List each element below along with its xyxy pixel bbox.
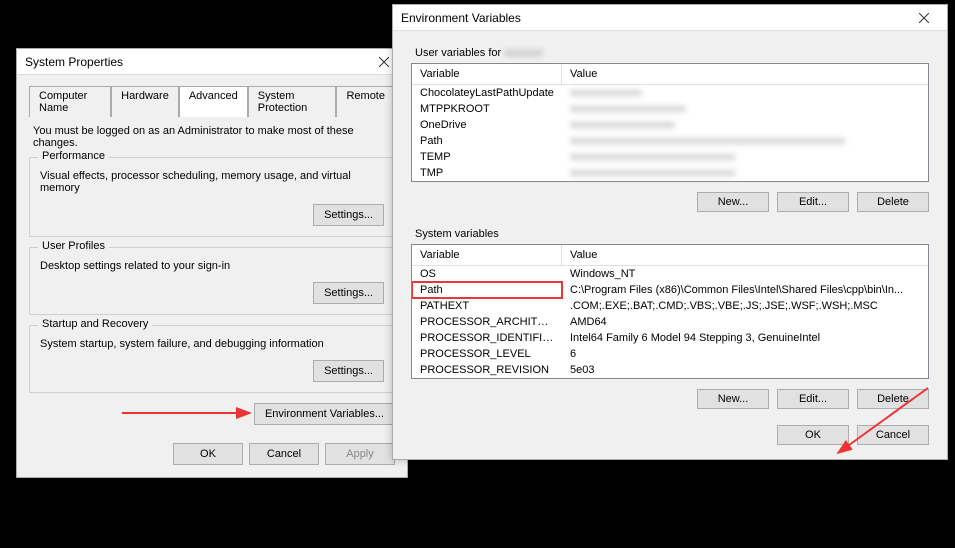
group-performance: Performance Visual effects, processor sc… [29,157,395,237]
cancel-button[interactable]: Cancel [857,425,929,445]
cell-value: C:\Program Files (x86)\Common Files\Inte… [562,282,928,298]
cell-variable: OneDrive [412,117,562,133]
sys-new-button[interactable]: New... [697,389,769,409]
user-vars-body[interactable]: ChocolateyLastPathUpdatexxxxxxxxxxxxxMTP… [412,85,928,181]
cell-value: .COM;.EXE;.BAT;.CMD;.VBS;.VBE;.JS;.JSE;.… [562,298,928,314]
cell-variable: TMP [412,165,562,181]
table-row[interactable]: PROCESSOR_IDENTIFIERIntel64 Family 6 Mod… [412,330,928,346]
table-row[interactable]: OSWindows_NT [412,266,928,282]
environment-variables-dialog: Environment Variables User variables for… [392,4,948,460]
close-icon[interactable] [909,8,939,28]
performance-settings-button[interactable]: Settings... [313,204,384,226]
sys-delete-button[interactable]: Delete [857,389,929,409]
group-startup-recovery: Startup and Recovery System startup, sys… [29,325,395,393]
cell-value: xxxxxxxxxxxxxxxxxxxxxxxxxxxxxx [562,165,928,181]
table-row[interactable]: ChocolateyLastPathUpdatexxxxxxxxxxxxx [412,85,928,101]
cell-variable: PROCESSOR_LEVEL [412,346,562,362]
group-desc: Desktop settings related to your sign-in [40,260,384,272]
cell-value: xxxxxxxxxxxxxxxxxxxxx [562,101,928,117]
cell-variable: Path [412,282,562,298]
cell-variable: MTPPKROOT [412,101,562,117]
window-title: Environment Variables [401,11,521,25]
cell-value: xxxxxxxxxxxxx [562,85,928,101]
ok-button[interactable]: OK [173,443,243,465]
user-edit-button[interactable]: Edit... [777,192,849,212]
table-row[interactable]: TMPxxxxxxxxxxxxxxxxxxxxxxxxxxxxxx [412,165,928,181]
group-desc: System startup, system failure, and debu… [40,338,384,350]
ok-button[interactable]: OK [777,425,849,445]
tab-hardware[interactable]: Hardware [111,86,179,117]
group-legend: Startup and Recovery [38,318,152,330]
environment-variables-button[interactable]: Environment Variables... [254,403,395,425]
cell-variable: PATHEXT [412,298,562,314]
cell-variable: PROCESSOR_REVISION [412,362,562,378]
tab-advanced[interactable]: Advanced [179,86,248,117]
column-header-value[interactable]: Value [562,64,928,84]
tabs-bar: Computer Name Hardware Advanced System P… [29,85,395,117]
cell-value: 6 [562,346,928,362]
column-header-variable[interactable]: Variable [412,245,562,265]
titlebar: Environment Variables [393,5,947,31]
table-row[interactable]: PATHEXT.COM;.EXE;.BAT;.CMD;.VBS;.VBE;.JS… [412,298,928,314]
user-new-button[interactable]: New... [697,192,769,212]
sys-edit-button[interactable]: Edit... [777,389,849,409]
cell-variable: Path [412,133,562,149]
user-delete-button[interactable]: Delete [857,192,929,212]
column-header-variable[interactable]: Variable [412,64,562,84]
user-profiles-settings-button[interactable]: Settings... [313,282,384,304]
cancel-button[interactable]: Cancel [249,443,319,465]
group-user-profiles: User Profiles Desktop settings related t… [29,247,395,315]
table-row[interactable]: Pathxxxxxxxxxxxxxxxxxxxxxxxxxxxxxxxxxxxx… [412,133,928,149]
sys-vars-body[interactable]: OSWindows_NTPathC:\Program Files (x86)\C… [412,266,928,378]
table-row[interactable]: OneDrivexxxxxxxxxxxxxxxxxxx [412,117,928,133]
group-legend: User Profiles [38,240,109,252]
cell-value: xxxxxxxxxxxxxxxxxxxxxxxxxxxxxxxxxxxxxxxx… [562,133,928,149]
cell-value: AMD64 [562,314,928,330]
username-blurred: xxxxxxx [504,47,543,59]
tab-remote[interactable]: Remote [336,86,395,117]
table-row[interactable]: PROCESSOR_REVISION5e03 [412,362,928,378]
table-row[interactable]: PROCESSOR_LEVEL6 [412,346,928,362]
user-vars-label: User variables for xxxxxxx [415,47,929,59]
tab-system-protection[interactable]: System Protection [248,86,337,117]
cell-value: xxxxxxxxxxxxxxxxxxxxxxxxxxxxxx [562,149,928,165]
column-header-value[interactable]: Value [562,245,928,265]
admin-note: You must be logged on as an Administrato… [33,125,395,149]
cell-value: 5e03 [562,362,928,378]
cell-value: Windows_NT [562,266,928,282]
sys-vars-table: Variable Value OSWindows_NTPathC:\Progra… [411,244,929,379]
sys-vars-label: System variables [415,228,929,240]
system-properties-dialog: System Properties Computer Name Hardware… [16,48,408,478]
cell-variable: PROCESSOR_ARCHITECTURE [412,314,562,330]
table-row[interactable]: PathC:\Program Files (x86)\Common Files\… [412,282,928,298]
startup-recovery-settings-button[interactable]: Settings... [313,360,384,382]
user-vars-table: Variable Value ChocolateyLastPathUpdatex… [411,63,929,182]
cell-value: xxxxxxxxxxxxxxxxxxx [562,117,928,133]
cell-variable: TEMP [412,149,562,165]
group-desc: Visual effects, processor scheduling, me… [40,170,384,194]
cell-variable: OS [412,266,562,282]
table-row[interactable]: TEMPxxxxxxxxxxxxxxxxxxxxxxxxxxxxxx [412,149,928,165]
user-vars-label-text: User variables for [415,47,501,59]
apply-button[interactable]: Apply [325,443,395,465]
cell-value: Intel64 Family 6 Model 94 Stepping 3, Ge… [562,330,928,346]
window-title: System Properties [25,55,123,69]
titlebar: System Properties [17,49,407,75]
table-row[interactable]: PROCESSOR_ARCHITECTUREAMD64 [412,314,928,330]
tab-computer-name[interactable]: Computer Name [29,86,111,117]
table-row[interactable]: MTPPKROOTxxxxxxxxxxxxxxxxxxxxx [412,101,928,117]
cell-variable: ChocolateyLastPathUpdate [412,85,562,101]
group-legend: Performance [38,150,109,162]
cell-variable: PROCESSOR_IDENTIFIER [412,330,562,346]
